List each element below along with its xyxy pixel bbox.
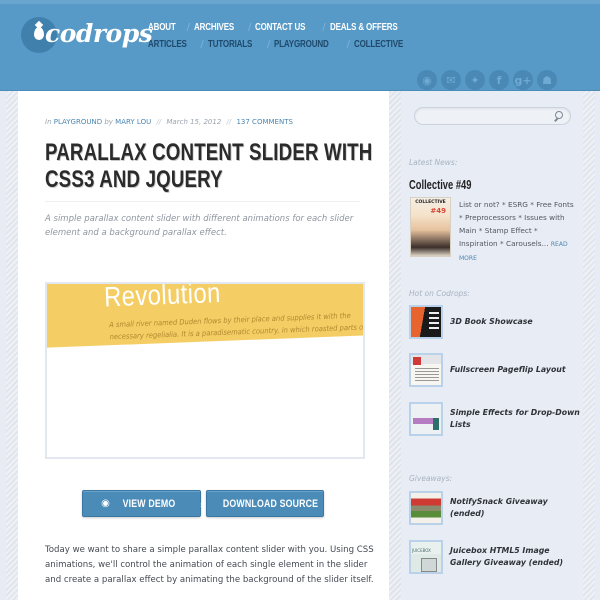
slider-heading: Revolution (103, 282, 222, 313)
hot-on-codrops-label: Hot on Codrops: (409, 289, 470, 298)
view-demo-label: View Demo (122, 497, 176, 510)
github-glyph: ☗ (542, 73, 552, 87)
meta-in-label: In (45, 118, 52, 126)
latest-news-label: Latest News: (409, 158, 458, 167)
news-thumbnail-number: #49 (430, 207, 446, 215)
sidebar: Latest News: Collective #49 COLLECTIVE #… (401, 91, 583, 600)
hot-item-title: Fullscreen Pageflip Layout (450, 365, 566, 374)
hot-item-title: Simple Effects for Drop-Down Lists (450, 408, 580, 429)
site-header: codrops About / Archives / Contact Us / … (0, 0, 600, 91)
giveaway-thumbnail (409, 540, 443, 574)
nav-archives[interactable]: Archives (194, 22, 234, 33)
facebook-icon[interactable]: f (489, 70, 509, 90)
decorative-stripes (389, 91, 401, 600)
nav-separator: / (346, 39, 350, 50)
nav-separator: / (248, 22, 252, 33)
slider-text: A small river named Duden flows by their… (108, 310, 365, 348)
decorative-stripes (6, 91, 18, 600)
giveaway-title: Juicebox HTML5 Image Gallery Giveaway (e… (450, 546, 564, 567)
rss-glyph: ◉ (422, 73, 432, 87)
search-input[interactable] (423, 109, 548, 123)
giveaway-item[interactable]: Juicebox HTML5 Image Gallery Giveaway (e… (409, 540, 579, 574)
nav-separator: / (322, 22, 326, 33)
article-title: Parallax Content Slider with CSS3 and jQ… (45, 139, 373, 193)
view-demo-button[interactable]: ◉ View Demo (82, 490, 201, 517)
meta-by-label: by (104, 118, 113, 126)
hot-item-title: 3D Book Showcase (450, 317, 533, 326)
email-icon[interactable]: ✉ (441, 70, 461, 90)
meta-separator: // (226, 118, 232, 126)
meta-separator: // (156, 118, 162, 126)
article-date: March 15, 2012 (166, 118, 222, 126)
hot-item[interactable]: Simple Effects for Drop-Down Lists (409, 402, 580, 436)
google-plus-glyph: g+ (514, 73, 532, 87)
facebook-glyph: f (496, 73, 502, 87)
site-logo[interactable]: codrops (21, 17, 153, 57)
article-summary: A simple parallax content slider with di… (45, 214, 354, 238)
giveaway-title: NotifySnack Giveaway (ended) (450, 497, 548, 518)
water-drop-icon (34, 27, 44, 40)
rss-icon[interactable]: ◉ (417, 70, 437, 90)
hot-item-thumbnail (409, 305, 443, 339)
category-link[interactable]: Playground (54, 118, 102, 126)
nav-deals-offers[interactable]: Deals & Offers (330, 22, 398, 33)
nav-separator: / (186, 22, 190, 33)
search-icon[interactable] (553, 111, 563, 121)
article-meta: In Playground by Mary Lou // March 15, 2… (45, 118, 293, 126)
news-thumbnail-label: COLLECTIVE (415, 200, 446, 205)
search-box[interactable] (414, 107, 571, 125)
nav-separator: / (267, 39, 271, 50)
twitter-icon[interactable]: ✦ (465, 70, 485, 90)
nav-tutorials[interactable]: Tutorials (208, 39, 252, 50)
nav-collective[interactable]: Collective (354, 39, 403, 50)
google-plus-icon[interactable]: g+ (513, 70, 533, 90)
download-icon: ⤓ (200, 498, 205, 509)
social-links: ◉ ✉ ✦ f g+ ☗ (417, 70, 557, 90)
main-nav: About / Archives / Contact Us / Deals & … (148, 19, 415, 53)
news-title-link[interactable]: Collective #49 (409, 177, 471, 192)
giveaways-label: Giveaways: (409, 474, 453, 483)
nav-row-primary: About / Archives / Contact Us / Deals & … (148, 19, 415, 36)
news-excerpt: List or not? * ESRG * Free Fonts * Prepr… (459, 198, 577, 265)
slider-preview-image[interactable]: Revolution A small river named Duden flo… (45, 282, 365, 459)
hot-item[interactable]: 3D Book Showcase (409, 305, 579, 339)
nav-articles[interactable]: Articles (148, 39, 187, 50)
comments-link[interactable]: 137 Comments (236, 118, 292, 126)
email-glyph: ✉ (446, 73, 456, 87)
nav-contact-us[interactable]: Contact Us (255, 22, 305, 33)
twitter-glyph: ✦ (470, 73, 480, 87)
nav-row-secondary: Articles / Tutorials / Playground / Coll… (148, 36, 415, 53)
hot-item[interactable]: Fullscreen Pageflip Layout (409, 353, 579, 387)
slider-banner: Revolution A small river named Duden flo… (47, 282, 365, 348)
download-source-button[interactable]: ⤓ Download Source (200, 490, 324, 517)
logo-text: codrops (45, 19, 153, 48)
article-body: Today we want to share a simple parallax… (45, 545, 374, 585)
download-source-label: Download Source (222, 497, 318, 510)
article-main: In Playground by Mary Lou // March 15, 2… (18, 91, 389, 600)
nav-about[interactable]: About (148, 22, 176, 33)
giveaway-item[interactable]: NotifySnack Giveaway (ended) (409, 491, 579, 525)
news-thumbnail[interactable]: COLLECTIVE #49 (410, 197, 451, 257)
hot-item-thumbnail (409, 402, 443, 436)
hot-item-thumbnail (409, 353, 443, 387)
author-link[interactable]: Mary Lou (115, 118, 151, 126)
decorative-stripes (583, 91, 595, 600)
github-icon[interactable]: ☗ (537, 70, 557, 90)
nav-separator: / (200, 39, 204, 50)
eye-icon: ◉ (101, 498, 110, 509)
nav-playground[interactable]: Playground (274, 39, 329, 50)
title-divider (45, 201, 360, 202)
giveaway-thumbnail (409, 491, 443, 525)
